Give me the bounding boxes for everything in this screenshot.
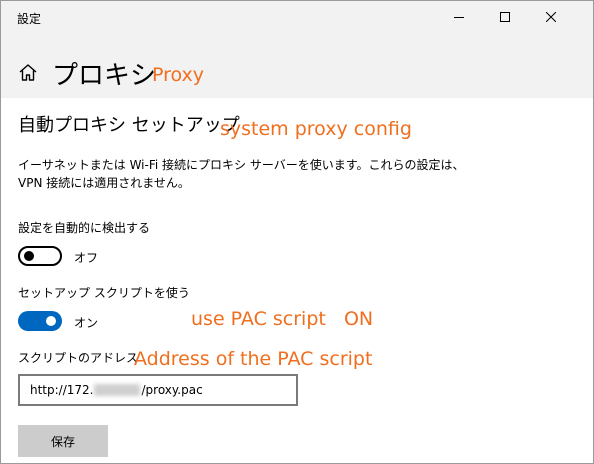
script-address-input[interactable]: http://172. /proxy.pac <box>18 374 298 406</box>
section-title: 自動プロキシ セットアップ <box>18 115 240 136</box>
auto-detect-toggle[interactable] <box>18 246 62 266</box>
title-annotation: Proxy <box>152 64 205 86</box>
maximize-icon <box>500 12 510 22</box>
minimize-icon <box>454 17 464 18</box>
close-icon <box>546 12 556 22</box>
setup-script-toggle[interactable] <box>18 311 62 331</box>
url-suffix: /proxy.pac <box>141 383 203 397</box>
maximize-button[interactable] <box>482 1 528 33</box>
auto-detect-label: 設定を自動的に検出する <box>18 221 151 235</box>
settings-window: 設定 プロキシ Proxy 自動プロキシ セットアップ system proxy… <box>0 0 594 464</box>
page-header: プロキシ Proxy <box>1 33 593 98</box>
title-bar[interactable]: 設定 <box>1 1 593 33</box>
auto-detect-state: オフ <box>74 251 99 265</box>
close-button[interactable] <box>528 1 574 33</box>
script-address-label: スクリプトのアドレス <box>18 351 139 365</box>
home-button[interactable] <box>19 64 37 85</box>
home-icon <box>19 64 37 81</box>
pac-annotation: use PAC script ON <box>191 308 374 330</box>
redacted-blur <box>94 384 141 396</box>
url-prefix: http://172. <box>30 383 94 397</box>
setup-script-label: セットアップ スクリプトを使う <box>18 286 190 300</box>
minimize-button[interactable] <box>436 1 482 33</box>
page-title: プロキシ <box>52 61 157 91</box>
section-annotation: system proxy config <box>220 118 412 140</box>
section-description: イーサネットまたは Wi-Fi 接続にプロキシ サーバーを使います。これらの設定… <box>18 158 465 190</box>
save-button[interactable]: 保存 <box>18 425 108 457</box>
setup-script-state: オン <box>74 316 99 330</box>
address-annotation: Address of the PAC script <box>134 348 373 370</box>
toggle-knob <box>24 251 34 261</box>
toggle-knob <box>46 316 56 326</box>
app-title: 設定 <box>17 12 42 26</box>
